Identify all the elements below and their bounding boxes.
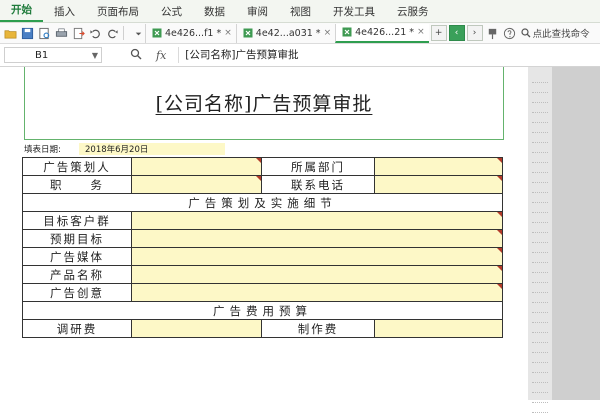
document-tab[interactable]: 4e42...a031 * × xyxy=(235,23,335,43)
close-icon[interactable]: × xyxy=(324,24,332,43)
table-row: 产品名称 xyxy=(22,265,503,284)
menu-developer[interactable]: 开发工具 xyxy=(322,2,386,22)
table-row: 职 务 联系电话 xyxy=(22,175,503,194)
label-product-name: 产品名称 xyxy=(22,265,132,284)
document-tab[interactable]: 4e426...f1 * × xyxy=(145,23,236,43)
quick-toolbar: 4e426...f1 * × 4e42...a031 * × 4e426...2… xyxy=(0,23,600,44)
label-position: 职 务 xyxy=(22,175,132,194)
spreadsheet-icon xyxy=(243,28,253,38)
command-search[interactable]: 点此查找命令 xyxy=(521,26,590,40)
date-value[interactable]: 2018年6月20日 xyxy=(79,143,225,155)
table-row: 目标客户群 xyxy=(22,211,503,230)
close-icon[interactable]: × xyxy=(417,23,425,42)
help-icon[interactable] xyxy=(503,26,517,40)
date-label: 填表日期: xyxy=(24,145,61,155)
search-icon xyxy=(521,28,531,38)
menu-data[interactable]: 数据 xyxy=(193,2,236,22)
table-row: 预期目标 xyxy=(22,229,503,248)
formula-input[interactable]: [公司名称]广告预算审批 xyxy=(178,47,511,63)
worksheet[interactable]: [公司名称]广告预算审批 填表日期: 2018年6月20日 广告策划人 所属部门… xyxy=(0,67,528,400)
label-ad-planner: 广告策划人 xyxy=(22,157,132,176)
input-production-fee[interactable] xyxy=(374,319,503,338)
print-icon[interactable] xyxy=(54,26,68,40)
open-folder-icon[interactable] xyxy=(3,26,17,40)
input-department[interactable] xyxy=(374,157,503,176)
document-tab-label: 4e42...a031 * xyxy=(255,27,321,39)
command-search-label: 点此查找命令 xyxy=(532,29,590,40)
print-preview-icon[interactable] xyxy=(37,26,51,40)
menu-formulas[interactable]: 公式 xyxy=(150,2,193,22)
input-ad-planner[interactable] xyxy=(131,157,262,176)
input-ad-media[interactable] xyxy=(131,247,503,266)
label-production-fee: 制作费 xyxy=(261,319,375,338)
section-header-budget: 广告费用预算 xyxy=(22,301,503,320)
label-expected-goal: 预期目标 xyxy=(22,229,132,248)
input-phone[interactable] xyxy=(374,175,503,194)
menu-home[interactable]: 开始 xyxy=(0,0,43,22)
chevron-down-icon[interactable]: ▼ xyxy=(92,48,98,64)
save-icon[interactable] xyxy=(20,26,34,40)
zoom-icon[interactable] xyxy=(130,48,142,63)
input-position[interactable] xyxy=(131,175,262,194)
insert-function-icon[interactable]: fx xyxy=(156,49,166,62)
name-box[interactable]: B1 ▼ xyxy=(4,47,102,63)
input-expected-goal[interactable] xyxy=(131,229,503,248)
menu-page-layout[interactable]: 页面布局 xyxy=(86,2,150,22)
export-icon[interactable] xyxy=(71,26,85,40)
document-tab-label: 4e426...f1 * xyxy=(165,27,222,39)
table-row: 广告策划人 所属部门 xyxy=(22,157,503,176)
ribbon-menu: 开始 插入 页面布局 公式 数据 审阅 视图 开发工具 云服务 xyxy=(0,0,600,23)
document-tab-active[interactable]: 4e426...21 * × xyxy=(335,23,429,43)
side-pane xyxy=(528,67,600,413)
table-row: 广告媒体 xyxy=(22,247,503,266)
menu-review[interactable]: 审阅 xyxy=(236,2,279,22)
label-ad-creative: 广告创意 xyxy=(22,283,132,302)
new-tab-icon[interactable]: + xyxy=(430,25,447,41)
customize-dropdown-icon[interactable] xyxy=(131,26,145,40)
table-row: 广告策划及实施细节 xyxy=(22,193,503,212)
spreadsheet-icon xyxy=(342,27,352,37)
approval-form-table: 广告策划人 所属部门 职 务 联系电话 广告策划及实施细节 目标客户群 预期目标… xyxy=(22,157,503,338)
redo-icon[interactable] xyxy=(105,26,119,40)
table-row: 广告创意 xyxy=(22,283,503,302)
sheet-title: [公司名称]广告预算审批 xyxy=(155,93,373,115)
menu-view[interactable]: 视图 xyxy=(279,2,322,22)
label-ad-media: 广告媒体 xyxy=(22,247,132,266)
tab-prev-icon[interactable]: ‹ xyxy=(448,25,465,41)
pin-icon[interactable] xyxy=(486,26,500,40)
label-target-customer: 目标客户群 xyxy=(22,211,132,230)
undo-icon[interactable] xyxy=(88,26,102,40)
label-department: 所属部门 xyxy=(261,157,375,176)
cell-reference: B1 xyxy=(35,50,49,61)
label-research-fee: 调研费 xyxy=(22,319,132,338)
formula-bar: B1 ▼ fx [公司名称]广告预算审批 xyxy=(0,44,600,67)
input-research-fee[interactable] xyxy=(131,319,262,338)
spreadsheet-icon xyxy=(152,28,162,38)
section-header-details: 广告策划及实施细节 xyxy=(22,193,503,212)
vertical-scrollbar[interactable] xyxy=(528,67,552,413)
input-target-customer[interactable] xyxy=(131,211,503,230)
toolbar-divider xyxy=(123,26,124,40)
input-product-name[interactable] xyxy=(131,265,503,284)
menu-insert[interactable]: 插入 xyxy=(43,2,86,22)
input-ad-creative[interactable] xyxy=(131,283,503,302)
label-phone: 联系电话 xyxy=(261,175,375,194)
fill-date-row: 填表日期: 2018年6月20日 xyxy=(24,143,225,155)
selected-title-cell[interactable]: [公司名称]广告预算审批 xyxy=(24,67,504,140)
document-tab-label: 4e426...21 * xyxy=(355,26,415,38)
tab-next-icon[interactable]: › xyxy=(466,25,483,41)
close-icon[interactable]: × xyxy=(224,24,232,43)
table-row: 广告费用预算 xyxy=(22,301,503,320)
menu-cloud-service[interactable]: 云服务 xyxy=(386,2,440,22)
table-row: 调研费 制作费 xyxy=(22,319,503,338)
